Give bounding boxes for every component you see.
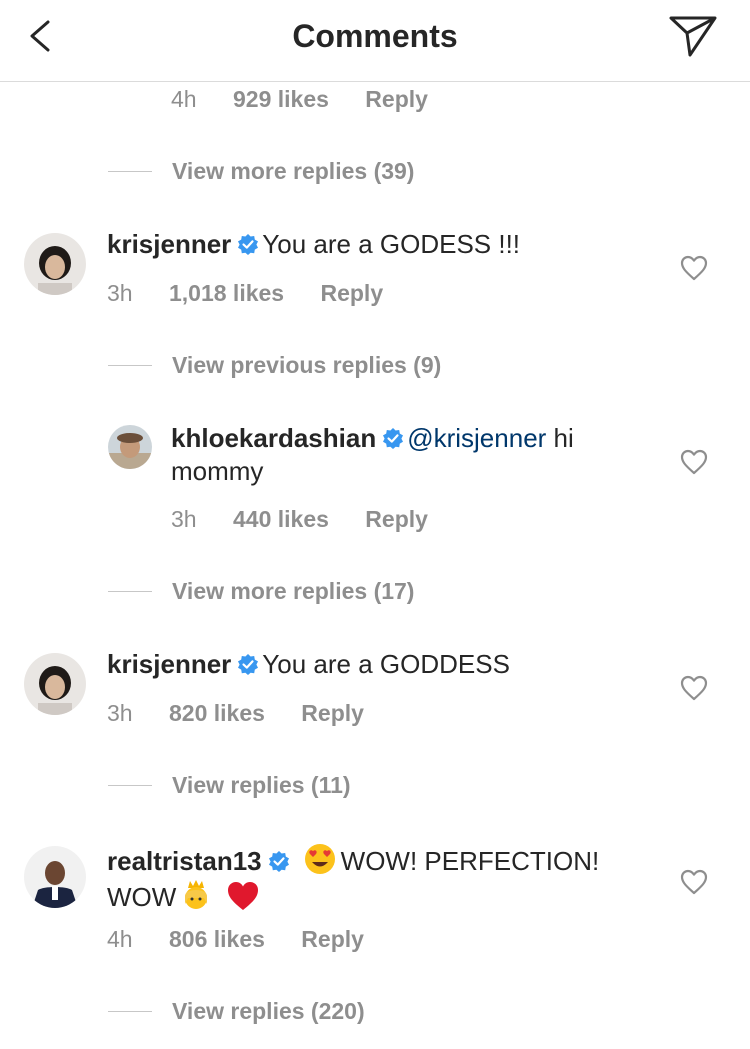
timestamp: 4h bbox=[107, 926, 133, 952]
avatar[interactable] bbox=[24, 846, 86, 908]
verified-badge-icon bbox=[238, 654, 259, 675]
comment-meta: 3h 1,018 likes Reply bbox=[107, 280, 413, 307]
username[interactable]: krisjenner bbox=[107, 229, 231, 259]
view-replies-button[interactable]: View replies (11) bbox=[108, 770, 351, 800]
heart-icon[interactable] bbox=[680, 449, 708, 475]
likes-count[interactable]: 820 likes bbox=[169, 700, 265, 726]
comment-body: You are a GODDESS bbox=[262, 649, 510, 679]
mention-link[interactable]: @krisjenner bbox=[407, 423, 546, 453]
view-previous-replies-button[interactable]: View previous replies (9) bbox=[108, 350, 441, 380]
timestamp: 3h bbox=[171, 506, 197, 532]
comment-meta: 3h 820 likes Reply bbox=[107, 700, 394, 727]
username[interactable]: khloekardashian bbox=[171, 423, 376, 453]
red-heart-emoji-icon bbox=[228, 882, 259, 910]
divider-line bbox=[108, 1010, 152, 1012]
comment-meta: 4h 806 likes Reply bbox=[107, 926, 394, 953]
timestamp: 4h bbox=[171, 86, 197, 112]
reply-button[interactable]: Reply bbox=[301, 700, 364, 726]
comment-text: krisjenner You are a GODESS !!! bbox=[107, 228, 667, 261]
view-replies-label: View previous replies (9) bbox=[172, 351, 442, 378]
view-replies-label: View replies (11) bbox=[172, 771, 351, 798]
divider-line bbox=[108, 170, 152, 172]
reply-button[interactable]: Reply bbox=[365, 506, 428, 532]
divider-line bbox=[108, 590, 152, 592]
view-replies-button[interactable]: View replies (220) bbox=[108, 996, 365, 1026]
verified-badge-icon bbox=[383, 428, 404, 449]
username[interactable]: realtristan13 bbox=[107, 846, 262, 876]
comment-body: WOW! PERFECTION! bbox=[340, 846, 600, 876]
verified-badge-icon bbox=[238, 234, 259, 255]
reply-text: khloekardashian @krisjenner hi mommy bbox=[171, 422, 651, 488]
reply-meta: 3h 440 likes Reply bbox=[171, 506, 458, 533]
view-more-label: View more replies (17) bbox=[172, 577, 415, 604]
likes-count[interactable]: 929 likes bbox=[233, 86, 329, 112]
reply-body: hi bbox=[546, 423, 574, 453]
reply-button[interactable]: Reply bbox=[320, 280, 383, 306]
view-more-replies-button[interactable]: View more replies (39) bbox=[108, 156, 414, 186]
reply-button[interactable]: Reply bbox=[301, 926, 364, 952]
avatar[interactable] bbox=[108, 425, 152, 469]
page-title: Comments bbox=[292, 18, 458, 54]
likes-count[interactable]: 806 likes bbox=[169, 926, 265, 952]
verified-badge-icon bbox=[268, 851, 289, 872]
header-bar: Comments bbox=[0, 0, 750, 82]
username[interactable]: krisjenner bbox=[107, 649, 231, 679]
view-more-replies-button[interactable]: View more replies (17) bbox=[108, 576, 414, 606]
view-replies-label: View replies (220) bbox=[172, 997, 365, 1024]
comment-text: krisjenner You are a GODDESS bbox=[107, 648, 667, 681]
view-more-label: View more replies (39) bbox=[172, 157, 415, 184]
princess-emoji-icon bbox=[185, 880, 208, 909]
timestamp: 3h bbox=[107, 280, 133, 306]
reply-body-line2: mommy bbox=[171, 456, 264, 486]
reply-button[interactable]: Reply bbox=[365, 86, 428, 112]
likes-count[interactable]: 440 likes bbox=[233, 506, 329, 532]
heart-icon[interactable] bbox=[680, 869, 708, 895]
likes-count[interactable]: 1,018 likes bbox=[169, 280, 284, 306]
comment-body: You are a GODESS !!! bbox=[262, 229, 521, 259]
divider-line bbox=[108, 364, 152, 366]
avatar[interactable] bbox=[24, 233, 86, 295]
heart-eyes-emoji-icon bbox=[304, 844, 335, 874]
heart-icon[interactable] bbox=[680, 675, 708, 701]
heart-icon[interactable] bbox=[680, 255, 708, 281]
comment-body-line2: WOW bbox=[107, 882, 177, 912]
comment-text: realtristan13 WOW! PERFECTION! WOW bbox=[107, 842, 667, 914]
paper-plane-icon[interactable] bbox=[668, 13, 718, 59]
divider-line bbox=[108, 784, 152, 786]
reply-meta: 4h 929 likes Reply bbox=[171, 86, 458, 113]
timestamp: 3h bbox=[107, 700, 133, 726]
avatar[interactable] bbox=[24, 653, 86, 715]
